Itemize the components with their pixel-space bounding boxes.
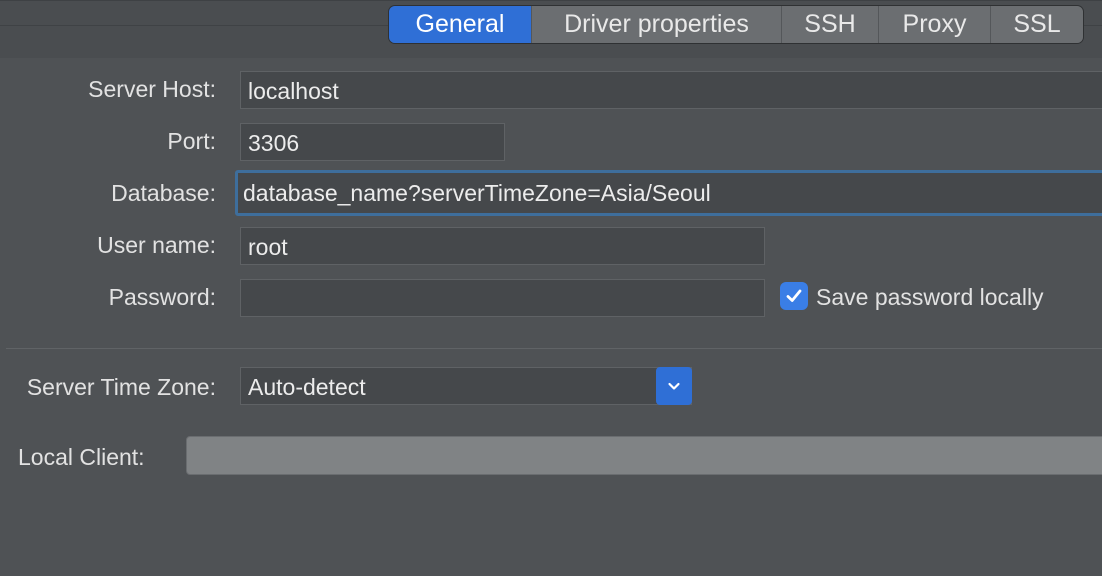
server-time-zone-label: Server Time Zone: xyxy=(26,374,216,400)
tab-strip: General Driver properties SSH Proxy SSL xyxy=(389,6,1083,43)
server-host-field[interactable]: localhost xyxy=(240,71,1102,109)
local-client-label: Local Client: xyxy=(18,444,145,470)
password-field[interactable] xyxy=(240,279,765,317)
server-time-zone-select[interactable]: Auto-detect xyxy=(240,367,692,405)
user-name-label: User name: xyxy=(97,232,216,258)
save-password-label[interactable]: Save password locally xyxy=(816,284,1044,311)
tab-proxy[interactable]: Proxy xyxy=(878,6,990,43)
database-field[interactable]: database_name?serverTimeZone=Asia/Seoul xyxy=(235,170,1102,216)
tab-general[interactable]: General xyxy=(389,6,531,43)
dropdown-button[interactable] xyxy=(656,367,692,405)
checkmark-icon xyxy=(786,289,802,302)
server-time-zone-value: Auto-detect xyxy=(248,374,366,400)
save-password-checkbox[interactable] xyxy=(780,282,808,310)
tab-ssh[interactable]: SSH xyxy=(781,6,878,43)
tab-ssl[interactable]: SSL xyxy=(990,6,1083,43)
database-label: Database: xyxy=(111,180,216,206)
password-label: Password: xyxy=(108,284,216,310)
server-host-label: Server Host: xyxy=(88,76,216,102)
chevron-down-icon xyxy=(668,382,680,390)
port-field[interactable]: 3306 xyxy=(240,123,505,161)
port-label: Port: xyxy=(167,128,216,154)
section-separator xyxy=(6,348,1102,349)
local-client-field[interactable] xyxy=(186,436,1102,475)
tab-driver-properties[interactable]: Driver properties xyxy=(531,6,781,43)
user-name-field[interactable]: root xyxy=(240,227,765,265)
